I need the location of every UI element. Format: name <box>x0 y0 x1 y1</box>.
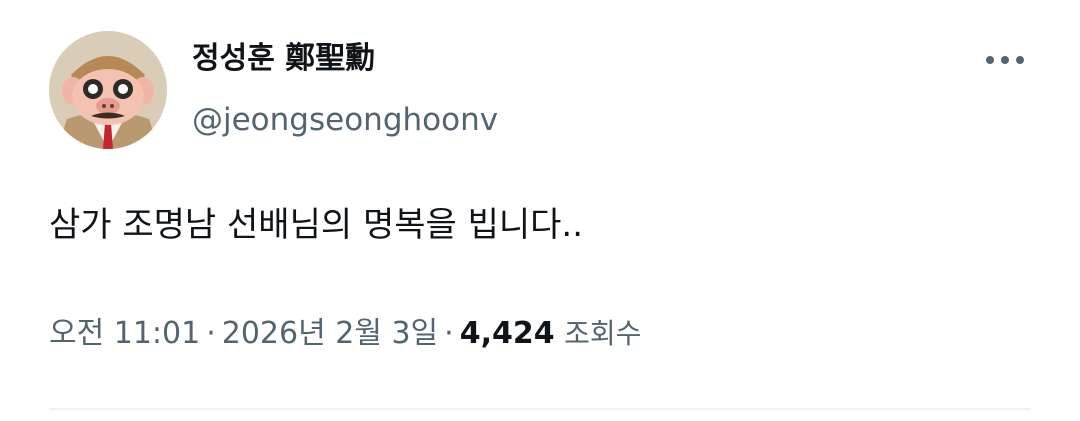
avatar[interactable] <box>49 31 167 149</box>
tweet-text: 삼가 조명남 선배님의 명복을 빕니다.. <box>49 205 584 245</box>
author-display-name[interactable]: 정성훈 鄭聖勳 <box>192 38 375 80</box>
more-horizontal-icon <box>986 56 994 64</box>
views-label[interactable]: 조회수 <box>564 317 641 350</box>
more-horizontal-icon <box>1001 56 1009 64</box>
pig-avatar-icon <box>49 31 167 149</box>
divider <box>49 408 1031 410</box>
tweet-meta: 오전 11:01 · 2026년 2월 3일 · 4,424 조회수 <box>49 313 641 355</box>
more-options-button[interactable] <box>980 46 1030 74</box>
views-count[interactable]: 4,424 <box>460 316 555 351</box>
meta-separator: · <box>206 316 216 351</box>
more-horizontal-icon <box>1016 56 1024 64</box>
meta-separator: · <box>444 316 454 351</box>
tweet-time[interactable]: 오전 11:01 <box>49 316 200 351</box>
author-handle[interactable]: @jeongseonghoonv <box>192 99 498 141</box>
tweet-date[interactable]: 2026년 2월 3일 <box>222 316 438 351</box>
